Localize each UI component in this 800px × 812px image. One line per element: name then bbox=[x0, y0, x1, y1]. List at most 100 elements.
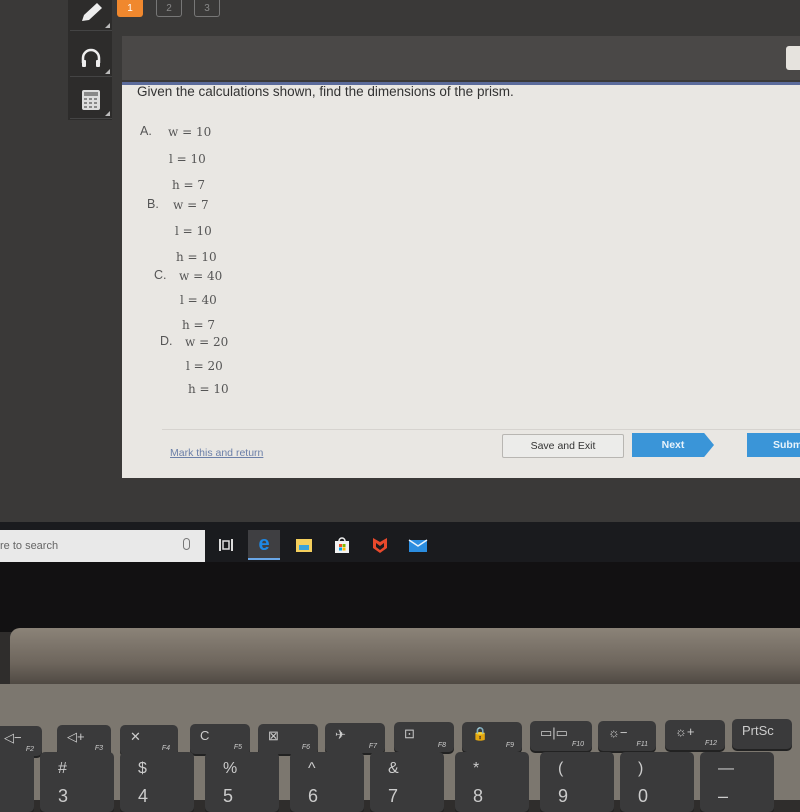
number-key-9[interactable]: (9 bbox=[540, 752, 614, 812]
headphones-tool-button[interactable] bbox=[70, 40, 112, 77]
key-glyph: ⊡ bbox=[404, 726, 415, 742]
function-key-f11[interactable]: ☼− F11 bbox=[598, 720, 656, 751]
headphones-icon bbox=[81, 48, 101, 67]
function-key-f9[interactable]: 🔒 F9 bbox=[462, 721, 522, 752]
key-shift-symbol: — bbox=[718, 760, 734, 777]
key-label: F4 bbox=[161, 744, 170, 752]
store-icon bbox=[335, 537, 349, 553]
corner-indicator bbox=[105, 23, 110, 28]
header-button[interactable] bbox=[786, 46, 800, 70]
key-shift-symbol: * bbox=[473, 760, 480, 777]
key-glyph: 🔒 bbox=[472, 725, 489, 741]
function-key-f7[interactable]: ✈ F7 bbox=[325, 723, 385, 753]
function-key-f6[interactable]: ⊠ F6 bbox=[258, 723, 318, 754]
key-glyph: ✈ bbox=[335, 727, 346, 742]
laptop-hinge bbox=[10, 628, 800, 686]
task-view-button[interactable] bbox=[210, 530, 242, 560]
key-shift-symbol: $ bbox=[138, 760, 147, 777]
key-label: F9 bbox=[505, 741, 514, 749]
key-glyph: ◁− bbox=[4, 730, 22, 745]
number-key-8[interactable]: * 8 bbox=[455, 752, 529, 812]
option-letter: B. bbox=[147, 197, 159, 211]
submit-button[interactable]: Subm bbox=[747, 433, 800, 457]
number-key-6[interactable]: ^ 6 bbox=[290, 752, 364, 812]
function-key-prtsc[interactable]: PrtSc bbox=[732, 719, 792, 750]
mail-icon bbox=[408, 539, 428, 552]
question-nav-1[interactable]: 1 bbox=[117, 0, 143, 17]
function-key-f8[interactable]: ⊡ F8 bbox=[394, 722, 454, 753]
option-width: w = 40 bbox=[179, 269, 223, 283]
key-label: F8 bbox=[437, 742, 446, 750]
question-header-bar bbox=[122, 36, 800, 80]
key-digit: 4 bbox=[138, 786, 149, 806]
corner-indicator bbox=[105, 69, 110, 74]
key-glyph: ☼+ bbox=[675, 724, 695, 739]
function-key-f4[interactable]: ✕ F4 bbox=[120, 724, 178, 755]
number-key-5[interactable]: % 5 bbox=[205, 752, 279, 812]
store-taskbar-button[interactable] bbox=[326, 530, 358, 560]
key-label: F6 bbox=[301, 743, 310, 751]
option-letter: D. bbox=[160, 334, 173, 348]
option-length: l = 20 bbox=[186, 359, 223, 373]
key-glyph: ⊠ bbox=[268, 727, 279, 743]
question-nav-3[interactable]: 3 bbox=[194, 0, 220, 17]
option-length: l = 10 bbox=[175, 224, 212, 238]
task-view-icon bbox=[219, 539, 233, 551]
option-letter: A. bbox=[140, 124, 152, 138]
file-explorer-taskbar-button[interactable] bbox=[288, 530, 320, 560]
function-key-f5[interactable]: C F5 bbox=[190, 724, 250, 755]
edge-taskbar-button[interactable]: e bbox=[248, 530, 280, 560]
option-length: l = 10 bbox=[169, 152, 206, 166]
key-glyph: C bbox=[200, 728, 210, 744]
file-explorer-icon bbox=[296, 539, 312, 552]
function-key-f10[interactable]: ▭|▭ F10 bbox=[530, 721, 592, 752]
key-label: F7 bbox=[368, 743, 377, 750]
function-key-f12[interactable]: ☼+ F12 bbox=[665, 720, 725, 750]
number-key-symbol[interactable]: @ bbox=[0, 752, 34, 812]
option-height: h = 7 bbox=[182, 318, 216, 332]
key-label: F5 bbox=[233, 744, 242, 752]
function-key-f3[interactable]: ◁+ F3 bbox=[57, 725, 111, 756]
key-shift-symbol: & bbox=[388, 760, 399, 777]
key-label: F10 bbox=[571, 741, 584, 749]
number-key-4[interactable]: $4 bbox=[120, 752, 194, 812]
option-height: h = 10 bbox=[188, 382, 229, 396]
key-digit: 6 bbox=[308, 786, 319, 806]
calculator-tool-button[interactable] bbox=[70, 82, 112, 119]
key-shift-symbol: # bbox=[58, 760, 67, 777]
laptop-bezel bbox=[0, 562, 800, 632]
key-digit: 0 bbox=[638, 786, 649, 806]
option-length: l = 40 bbox=[180, 293, 217, 307]
option-width: w = 7 bbox=[173, 198, 209, 212]
key-shift-symbol: ( bbox=[558, 760, 564, 777]
mcafee-icon bbox=[373, 538, 387, 553]
key-digit: 8 bbox=[473, 786, 484, 806]
key-shift-symbol: ) bbox=[638, 760, 644, 777]
mark-and-return-link[interactable]: Mark this and return bbox=[170, 447, 263, 459]
key-digit: 3 bbox=[58, 786, 69, 806]
number-key-–[interactable]: — – bbox=[700, 752, 774, 812]
microphone-icon[interactable] bbox=[183, 538, 190, 550]
key-shift-symbol: ^ bbox=[308, 760, 316, 777]
option-width: w = 10 bbox=[168, 125, 212, 139]
pencil-tool-button[interactable] bbox=[70, 0, 112, 31]
save-and-exit-button[interactable]: Save and Exit bbox=[502, 434, 624, 458]
next-button[interactable]: Next bbox=[632, 433, 714, 457]
question-nav-2[interactable]: 2 bbox=[156, 0, 182, 17]
pencil-icon bbox=[82, 3, 102, 21]
question-panel: Given the calculations shown, find the d… bbox=[122, 82, 800, 478]
calculator-icon bbox=[82, 90, 100, 110]
number-key-7[interactable]: & 7 bbox=[370, 752, 444, 812]
key-glyph: PrtSc bbox=[742, 723, 774, 739]
number-key-3[interactable]: #3 bbox=[40, 752, 114, 812]
question-nav-label: 2 bbox=[166, 2, 172, 14]
key-glyph: ✕ bbox=[130, 728, 141, 744]
number-key-0[interactable]: ) 0 bbox=[620, 752, 694, 812]
mcafee-taskbar-button[interactable] bbox=[364, 530, 396, 560]
screen: 1 2 3 Given the calculations shown, find… bbox=[0, 0, 800, 580]
taskbar-search-box[interactable]: re to search bbox=[0, 530, 205, 562]
question-nav-label: 3 bbox=[204, 2, 210, 14]
mail-taskbar-button[interactable] bbox=[402, 530, 434, 560]
key-shift-symbol: % bbox=[223, 760, 238, 777]
option-width: w = 20 bbox=[185, 335, 229, 349]
